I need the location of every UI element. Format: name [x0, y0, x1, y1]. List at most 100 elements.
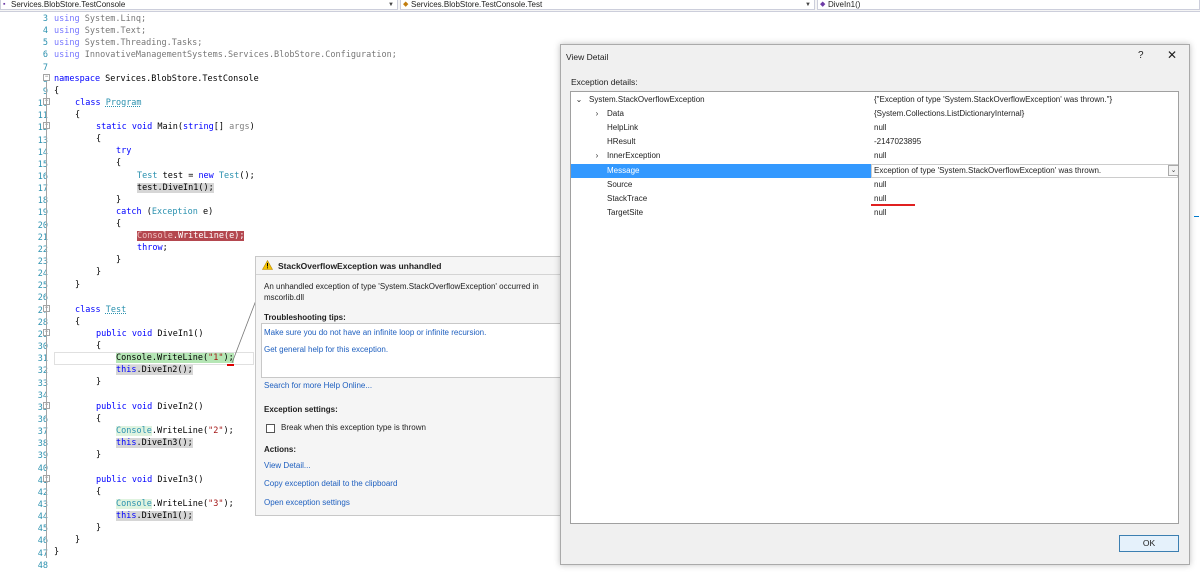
row-name: System.StackOverflowException — [589, 95, 705, 104]
row-name: HResult — [607, 137, 636, 147]
class-dropdown[interactable]: ◆ Services.BlobStore.TestConsole.Test ▼ — [400, 0, 815, 10]
chevron-down-icon[interactable]: ⌄ — [1168, 164, 1178, 176]
code-line: } — [75, 535, 81, 545]
row-value: null — [874, 123, 887, 133]
code-line: } — [116, 255, 122, 265]
tree-row[interactable]: › Data {System.Collections.ListDictionaryI… — [571, 107, 1178, 121]
expand-right-icon[interactable]: › — [593, 149, 601, 163]
tip-general-help-link[interactable]: Get general help for this exception. — [264, 345, 388, 354]
scroll-marker — [1194, 216, 1199, 217]
chevron-down-icon: ▼ — [805, 2, 811, 8]
code-line: { — [54, 86, 60, 96]
close-icon[interactable]: ✕ — [1167, 48, 1177, 62]
code-line: } — [96, 523, 102, 533]
code-line: Console.WriteLine(e); — [137, 231, 245, 241]
class-dropdown-label: Services.BlobStore.TestConsole.Test — [411, 0, 543, 9]
open-exception-settings-link[interactable]: Open exception settings — [264, 498, 350, 507]
tree-row[interactable]: HResult -2147023895 — [571, 135, 1178, 149]
collapse-namespace-icon[interactable]: − — [43, 74, 50, 81]
copy-detail-link[interactable]: Copy exception detail to the clipboard — [264, 479, 397, 488]
member-dropdown-label: DiveIn1() — [828, 0, 861, 9]
code-line: { — [75, 317, 81, 327]
code-line: { — [96, 134, 102, 144]
code-line: Test test = new Test(); — [137, 171, 255, 181]
row-value: null — [874, 151, 887, 161]
tree-row[interactable]: ⌄ System.StackOverflowException {"Exceptio… — [571, 93, 1178, 107]
line-number: 4 — [42, 26, 48, 37]
code-line: namespace Services.BlobStore.TestConsole — [54, 74, 259, 84]
class-icon: ◆ — [403, 1, 409, 8]
exception-helper-popup: StackOverflowException was unhandled An … — [255, 256, 561, 516]
view-detail-link[interactable]: View Detail... — [264, 461, 311, 470]
code-line: } — [54, 547, 60, 557]
code-line: class Test — [75, 305, 127, 315]
tree-row[interactable]: HelpLink null — [571, 121, 1178, 135]
exception-settings-header: Exception settings: — [264, 405, 338, 414]
code-line: public void DiveIn3() — [96, 475, 204, 485]
fold-guide — [46, 82, 47, 558]
method-icon: ◆ — [820, 1, 826, 8]
row-value: Exception of type 'System.StackOverflowE… — [874, 165, 1102, 175]
line-number: 6 — [42, 50, 48, 61]
expand-down-icon[interactable]: ⌄ — [575, 93, 583, 107]
tree-row[interactable]: ⌄ Message Exception of type 'System.StackO… — [571, 163, 1178, 178]
help-icon[interactable]: ? — [1138, 50, 1144, 61]
code-line: Console.WriteLine("1"); — [116, 353, 234, 363]
code-line: using System.Threading.Tasks; — [54, 38, 203, 48]
tree-row[interactable]: › InnerException null — [571, 149, 1178, 163]
code-line: using InnovativeManagementSystems.Servic… — [54, 50, 397, 60]
code-line: catch (Exception e) — [116, 207, 214, 217]
member-dropdown[interactable]: ◆ DiveIn1() — [817, 0, 1200, 10]
code-line: try — [116, 146, 132, 156]
break-when-thrown-label: Break when this exception type is thrown — [281, 423, 426, 432]
code-line: this.DiveIn2(); — [116, 365, 193, 375]
exception-details-caption: Exception details: — [571, 77, 638, 87]
tree-row[interactable]: StackTrace null — [571, 192, 1178, 206]
row-name: StackTrace — [607, 193, 648, 203]
code-line: this.DiveIn1(); — [116, 511, 193, 521]
code-line: { — [75, 110, 81, 120]
search-help-online-link[interactable]: Search for more Help Online... — [264, 381, 372, 390]
line-number: 5 — [42, 38, 48, 49]
view-detail-dialog: View Detail ? ✕ Exception details: ⌄ Syst… — [560, 44, 1190, 565]
code-line: test.DiveIn1(); — [137, 183, 214, 193]
row-name: Message — [607, 165, 640, 175]
tree-row[interactable]: Source null — [571, 178, 1178, 192]
code-line: } — [96, 377, 102, 387]
break-when-thrown-checkbox[interactable] — [266, 424, 275, 433]
row-value: {"Exception of type 'System.StackOverflo… — [874, 95, 1113, 104]
row-value: null — [874, 179, 887, 189]
tip-infinite-loop-link[interactable]: Make sure you do not have an infinite lo… — [264, 328, 486, 337]
row-name: TargetSite — [607, 207, 644, 217]
row-name: Source — [607, 179, 633, 189]
row-name: HelpLink — [607, 123, 639, 133]
exception-details-tree[interactable]: ⌄ System.StackOverflowException {"Exceptio… — [570, 91, 1179, 524]
code-line: using System.Linq; — [54, 14, 147, 24]
tree-row[interactable]: TargetSite null — [571, 206, 1178, 220]
csharp-project-icon: ▪ — [3, 1, 6, 8]
code-line: } — [75, 280, 81, 290]
troubleshooting-header: Troubleshooting tips: — [264, 313, 346, 322]
code-line: } — [116, 195, 122, 205]
project-dropdown[interactable]: ▪ Services.BlobStore.TestConsole ▼ — [0, 0, 398, 10]
exception-message: An unhandled exception of type 'System.S… — [264, 282, 539, 302]
line-number: 3 — [42, 14, 48, 24]
line-number: 48 — [37, 560, 48, 571]
code-line: using System.Text; — [54, 26, 147, 36]
expand-right-icon[interactable]: › — [593, 107, 601, 121]
code-line: { — [96, 487, 102, 497]
popup-title: StackOverflowException was unhandled — [278, 261, 442, 271]
code-line: Console.WriteLine("3"); — [116, 499, 234, 509]
ok-button[interactable]: OK — [1119, 535, 1179, 552]
code-line: { — [116, 219, 122, 229]
code-line: } — [96, 267, 102, 277]
code-line: public void DiveIn1() — [96, 329, 204, 339]
navigation-bar: ▪ Services.BlobStore.TestConsole ▼ ◆ Ser… — [0, 0, 1200, 12]
line-number: 7 — [42, 62, 48, 73]
row-value: {System.Collections.ListDictionaryIntern… — [874, 109, 1025, 119]
row-value: -2147023895 — [874, 137, 922, 147]
code-line: class Program — [75, 98, 142, 108]
project-dropdown-label: Services.BlobStore.TestConsole — [11, 0, 126, 9]
warning-icon — [262, 260, 273, 270]
row-name: InnerException — [607, 151, 661, 161]
